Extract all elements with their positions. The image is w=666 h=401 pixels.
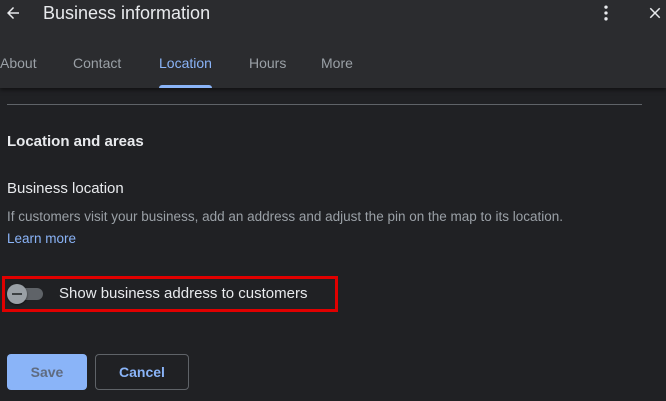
tab-about[interactable]: About — [0, 50, 37, 88]
back-button[interactable] — [0, 0, 26, 26]
tab-label: More — [321, 55, 353, 71]
page-title: Business information — [43, 3, 211, 23]
tab-location[interactable]: Location — [159, 50, 212, 88]
cancel-button[interactable]: Cancel — [95, 354, 189, 390]
tab-hours[interactable]: Hours — [249, 50, 286, 88]
tab-label: Location — [159, 55, 212, 71]
close-button[interactable] — [642, 0, 666, 26]
tab-label: Contact — [73, 55, 122, 71]
show-address-toggle[interactable] — [7, 284, 43, 304]
tab-contact[interactable]: Contact — [73, 50, 121, 88]
close-icon — [649, 7, 661, 19]
save-button[interactable]: Save — [7, 354, 87, 390]
arrow-left-icon — [7, 7, 19, 19]
more-vert-icon — [604, 5, 608, 21]
business-location-heading: Business location — [7, 180, 124, 197]
active-tab-indicator — [159, 85, 212, 88]
section-title: Location and areas — [7, 133, 144, 150]
section-divider — [7, 104, 642, 105]
toggle-knob — [7, 284, 27, 304]
show-address-toggle-label[interactable]: Show business address to customers — [59, 285, 307, 302]
app-header: Business information About Contact Locat… — [0, 0, 666, 88]
tab-more[interactable]: More — [321, 50, 353, 88]
more-options-button[interactable] — [594, 0, 618, 26]
tab-label: Hours — [249, 55, 287, 71]
tab-label: About — [0, 55, 37, 71]
learn-more-link[interactable]: Learn more — [7, 231, 76, 246]
business-location-description: If customers visit your business, add an… — [7, 209, 564, 224]
